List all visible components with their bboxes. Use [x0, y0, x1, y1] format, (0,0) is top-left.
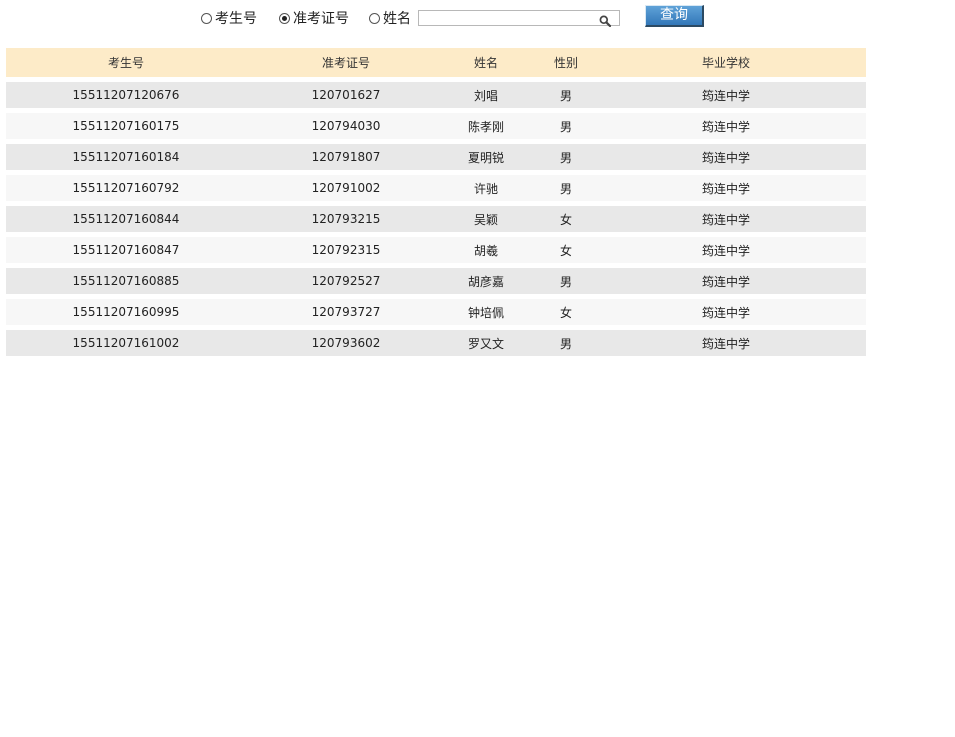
radio-ticket-number-label: 准考证号 — [293, 11, 349, 27]
table-row: 15511207160792 120791002 许驰 男 筠连中学 — [6, 175, 866, 201]
cell-ticket-number: 120793727 — [311, 305, 381, 319]
table-row: 15511207161002 120793602 罗又文 男 筠连中学 — [6, 330, 866, 356]
cell-ticket-number: 120791807 — [311, 150, 381, 164]
radio-option-name[interactable]: 姓名 — [369, 9, 411, 27]
cell-ticket-number: 120791002 — [311, 181, 381, 195]
cell-exam-number: 15511207160995 — [72, 305, 180, 319]
cell-exam-number: 15511207160847 — [72, 243, 180, 257]
cell-gender: 女 — [559, 243, 572, 258]
cell-ticket-number: 120793215 — [311, 212, 381, 226]
search-input[interactable] — [421, 11, 597, 25]
header-name: 姓名 — [473, 56, 498, 70]
cell-name: 许驰 — [473, 181, 498, 196]
radio-exam-number-label: 考生号 — [215, 11, 257, 27]
cell-gender: 男 — [559, 119, 572, 134]
radio-name-circle[interactable] — [369, 12, 380, 24]
radio-option-ticket-number[interactable]: 准考证号 — [279, 9, 349, 27]
cell-gender: 男 — [559, 88, 572, 103]
cell-school: 筠连中学 — [701, 305, 750, 320]
cell-exam-number: 15511207160792 — [72, 181, 180, 195]
header-gender: 性别 — [553, 56, 578, 70]
cell-name: 胡羲 — [473, 243, 498, 258]
cell-exam-number: 15511207160175 — [72, 119, 180, 133]
cell-gender: 女 — [559, 305, 572, 320]
cell-name: 刘唱 — [473, 88, 498, 103]
cell-exam-number: 15511207120676 — [72, 88, 180, 102]
cell-exam-number: 15511207160844 — [72, 212, 180, 226]
table-row: 15511207160885 120792527 胡彦嘉 男 筠连中学 — [6, 268, 866, 294]
cell-name: 陈孝刚 — [467, 119, 504, 134]
cell-ticket-number: 120793602 — [311, 336, 381, 350]
table-row: 15511207160175 120794030 陈孝刚 男 筠连中学 — [6, 113, 866, 139]
cell-school: 筠连中学 — [701, 181, 750, 196]
header-exam-number: 考生号 — [107, 56, 144, 70]
table-header-row: 考生号 准考证号 姓名 性别 毕业学校 — [6, 48, 866, 77]
search-box — [418, 10, 620, 28]
cell-name: 吴颖 — [473, 212, 498, 227]
cell-name: 夏明锐 — [467, 150, 504, 165]
cell-gender: 男 — [559, 181, 572, 196]
header-school: 毕业学校 — [701, 56, 750, 70]
table-row: 15511207160995 120793727 钟培佩 女 筠连中学 — [6, 299, 866, 325]
results-table: 考生号 准考证号 姓名 性别 毕业学校 15511207120676 12070… — [6, 48, 866, 361]
cell-exam-number: 15511207161002 — [72, 336, 180, 350]
cell-school: 筠连中学 — [701, 336, 750, 351]
cell-ticket-number: 120794030 — [311, 119, 381, 133]
cell-ticket-number: 120792527 — [311, 274, 381, 288]
cell-gender: 男 — [559, 150, 572, 165]
cell-gender: 男 — [559, 274, 572, 289]
cell-exam-number: 15511207160184 — [72, 150, 180, 164]
header-ticket-number: 准考证号 — [321, 56, 370, 70]
table-row: 15511207160847 120792315 胡羲 女 筠连中学 — [6, 237, 866, 263]
cell-name: 胡彦嘉 — [467, 274, 504, 289]
cell-name: 钟培佩 — [467, 305, 504, 320]
cell-ticket-number: 120701627 — [311, 88, 381, 102]
cell-school: 筠连中学 — [701, 150, 750, 165]
search-icon[interactable] — [599, 12, 612, 28]
cell-gender: 男 — [559, 336, 572, 351]
table-row: 15511207160844 120793215 吴颖 女 筠连中学 — [6, 206, 866, 232]
radio-exam-number-circle[interactable] — [201, 12, 212, 24]
cell-school: 筠连中学 — [701, 243, 750, 258]
radio-option-exam-number[interactable]: 考生号 — [201, 9, 257, 27]
radio-ticket-number-circle[interactable] — [279, 12, 290, 24]
cell-name: 罗又文 — [467, 336, 504, 351]
radio-name-label: 姓名 — [383, 11, 411, 27]
table-row: 15511207120676 120701627 刘唱 男 筠连中学 — [6, 82, 866, 108]
search-bar: 考生号 准考证号 姓名 查询 — [0, 5, 955, 29]
cell-school: 筠连中学 — [701, 119, 750, 134]
cell-school: 筠连中学 — [701, 88, 750, 103]
query-button[interactable]: 查询 — [645, 5, 704, 27]
cell-ticket-number: 120792315 — [311, 243, 381, 257]
table-row: 15511207160184 120791807 夏明锐 男 筠连中学 — [6, 144, 866, 170]
cell-school: 筠连中学 — [701, 212, 750, 227]
cell-exam-number: 15511207160885 — [72, 274, 180, 288]
cell-school: 筠连中学 — [701, 274, 750, 289]
cell-gender: 女 — [559, 212, 572, 227]
